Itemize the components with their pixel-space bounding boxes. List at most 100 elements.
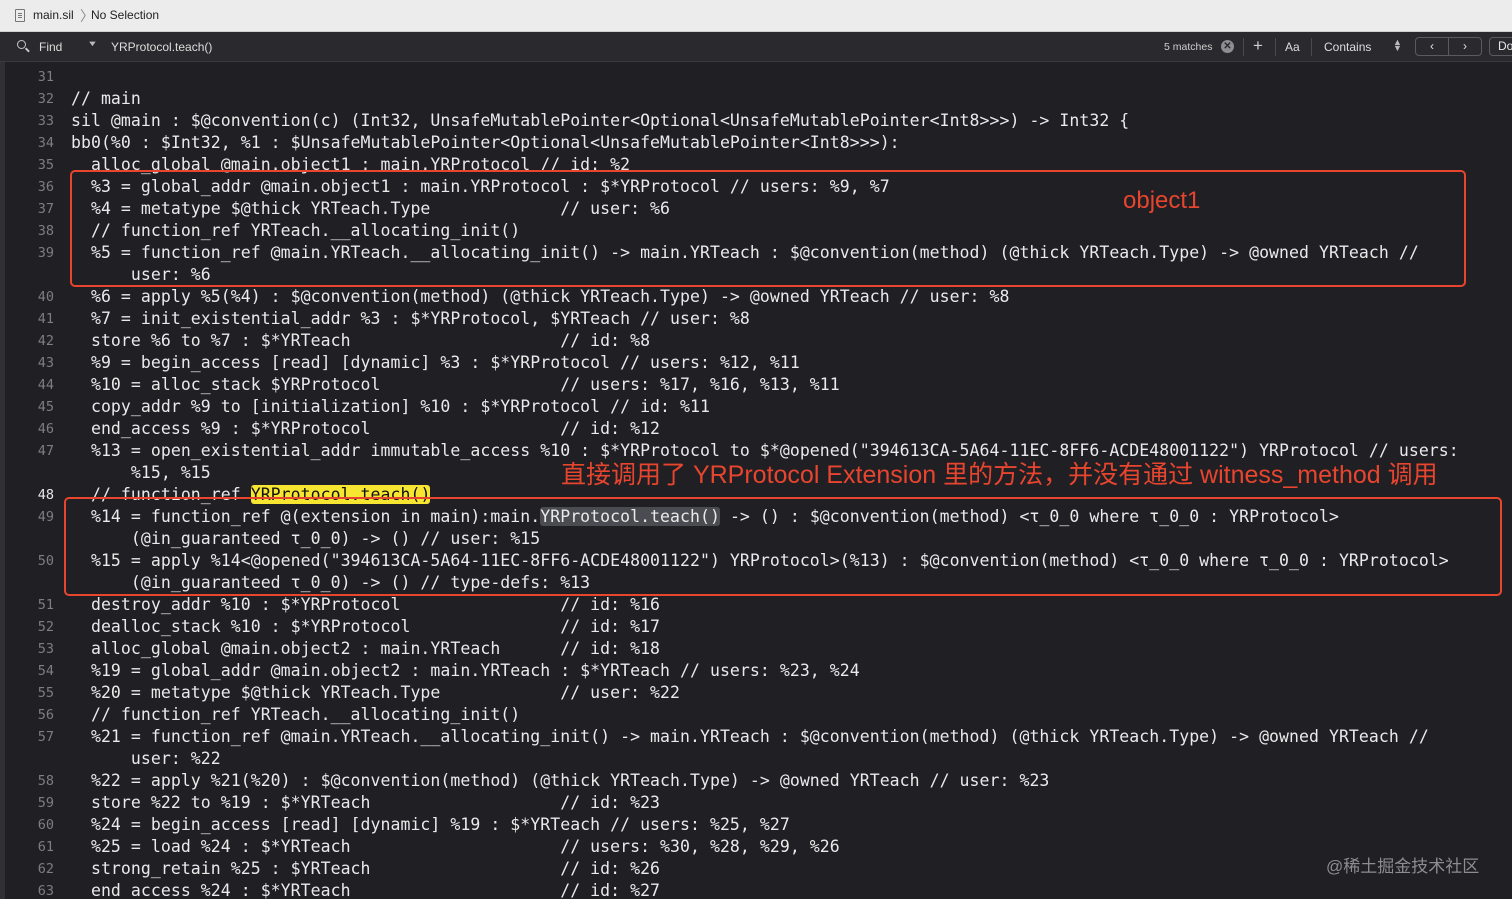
file-icon: [15, 9, 25, 22]
line-number: 32: [37, 91, 54, 107]
line-number: 35: [37, 157, 54, 173]
match-case-button[interactable]: Aa: [1285, 40, 1300, 54]
code-text: bb0(%0 : $Int32, %1 : $UnsafeMutablePoin…: [71, 133, 900, 152]
code-line[interactable]: 55 %20 = metatype $@thick YRTeach.Type /…: [0, 682, 1512, 704]
code-line[interactable]: 51 destroy_addr %10 : $*YRProtocol // id…: [0, 594, 1512, 616]
line-number: 48: [37, 487, 54, 503]
line-number: 33: [37, 113, 54, 129]
object1-highlight-box: [70, 170, 1466, 287]
find-bar: Find ▼ YRProtocol.teach() 5 matches ✕ + …: [0, 32, 1512, 62]
code-line[interactable]: 56 // function_ref YRTeach.__allocating_…: [0, 704, 1512, 726]
breadcrumb-file[interactable]: main.sil: [33, 8, 74, 22]
line-number: 41: [37, 311, 54, 327]
line-number: 34: [37, 135, 54, 151]
code-text: %25 = load %24 : $*YRTeach // users: %30…: [71, 837, 840, 856]
line-number: 58: [37, 773, 54, 789]
code-text: strong_retain %25 : $YRTeach // id: %26: [71, 859, 661, 878]
match-type-select[interactable]: Contains: [1324, 40, 1371, 54]
line-number: 50: [37, 553, 54, 569]
extension-call-highlight-box: [64, 497, 1502, 596]
line-number: 42: [37, 333, 54, 349]
code-text: %10 = alloc_stack $YRProtocol // users: …: [71, 375, 840, 394]
code-line[interactable]: 61 %25 = load %24 : $*YRTeach // users: …: [0, 836, 1512, 858]
line-number: 36: [37, 179, 54, 195]
code-line[interactable]: 45 copy_addr %9 to [initialization] %10 …: [0, 396, 1512, 418]
divider: [1275, 38, 1276, 56]
code-line[interactable]: 52 dealloc_stack %10 : $*YRProtocol // i…: [0, 616, 1512, 638]
next-match-button[interactable]: ›: [1448, 37, 1482, 56]
line-number: 31: [37, 69, 54, 85]
code-text: %7 = init_existential_addr %3 : $*YRProt…: [71, 309, 750, 328]
code-text: %15, %15: [71, 463, 211, 482]
clear-search-button[interactable]: ✕: [1221, 40, 1234, 53]
breadcrumb: main.sil 〉 No Selection: [0, 0, 1512, 32]
line-number: 56: [37, 707, 54, 723]
line-number: 39: [37, 245, 54, 261]
code-line[interactable]: 57 %21 = function_ref @main.YRTeach.__al…: [0, 726, 1512, 748]
line-number: 57: [37, 729, 54, 745]
line-number: 55: [37, 685, 54, 701]
code-text: %20 = metatype $@thick YRTeach.Type // u…: [71, 683, 681, 702]
code-text: sil @main : $@convention(c) (Int32, Unsa…: [71, 111, 1130, 130]
code-line[interactable]: 54 %19 = global_addr @main.object2 : mai…: [0, 660, 1512, 682]
code-text: %6 = apply %5(%4) : $@convention(method)…: [71, 287, 1010, 306]
code-text: end_access %24 : $*YRTeach // id: %27: [71, 881, 661, 899]
chevron-down-icon[interactable]: ▼: [87, 40, 98, 48]
code-text: store %22 to %19 : $*YRTeach // id: %23: [71, 793, 661, 812]
code-line[interactable]: 32 // main: [0, 88, 1512, 110]
line-number: 60: [37, 817, 54, 833]
line-number: 54: [37, 663, 54, 679]
match-count: 5 matches: [1164, 41, 1213, 53]
line-number: 53: [37, 641, 54, 657]
code-line[interactable]: 42 store %6 to %7 : $*YRTeach // id: %8: [0, 330, 1512, 352]
code-line[interactable]: 41 %7 = init_existential_addr %3 : $*YRP…: [0, 308, 1512, 330]
breadcrumb-selection[interactable]: No Selection: [91, 8, 159, 22]
done-button[interactable]: Done: [1489, 37, 1512, 56]
previous-match-button[interactable]: ‹: [1415, 37, 1449, 56]
find-mode-menu[interactable]: Find: [39, 40, 62, 54]
line-number: 40: [37, 289, 54, 305]
code-text: %19 = global_addr @main.object2 : main.Y…: [71, 661, 860, 680]
code-text: store %6 to %7 : $*YRTeach // id: %8: [71, 331, 651, 350]
code-text: // main: [71, 89, 141, 108]
code-line[interactable]: 62 strong_retain %25 : $YRTeach // id: %…: [0, 858, 1512, 880]
code-text: // function_ref YRTeach.__allocating_ini…: [71, 705, 521, 724]
code-line[interactable]: 43 %9 = begin_access [read] [dynamic] %3…: [0, 352, 1512, 374]
code-text: destroy_addr %10 : $*YRProtocol // id: %…: [71, 595, 661, 614]
code-line[interactable]: 46 end_access %9 : $*YRProtocol // id: %…: [0, 418, 1512, 440]
code-line[interactable]: 40 %6 = apply %5(%4) : $@convention(meth…: [0, 286, 1512, 308]
code-line[interactable]: 53 alloc_global @main.object2 : main.YRT…: [0, 638, 1512, 660]
code-line[interactable]: 44 %10 = alloc_stack $YRProtocol // user…: [0, 374, 1512, 396]
line-number: 46: [37, 421, 54, 437]
search-icon: [17, 40, 26, 49]
line-number: 61: [37, 839, 54, 855]
line-number: 51: [37, 597, 54, 613]
code-text: %21 = function_ref @main.YRTeach.__alloc…: [71, 727, 1429, 746]
object1-annotation: object1: [1123, 187, 1201, 214]
line-number: 62: [37, 861, 54, 877]
line-number: 44: [37, 377, 54, 393]
line-number: 38: [37, 223, 54, 239]
search-input[interactable]: YRProtocol.teach(): [111, 40, 212, 54]
code-line[interactable]: 60 %24 = begin_access [read] [dynamic] %…: [0, 814, 1512, 836]
line-number: 45: [37, 399, 54, 415]
line-number: 52: [37, 619, 54, 635]
code-line[interactable]: 58 %22 = apply %21(%20) : $@convention(m…: [0, 770, 1512, 792]
code-line[interactable]: user: %22: [0, 748, 1512, 770]
direct-call-annotation: 直接调用了 YRProtocol Extension 里的方法，并没有通过 wi…: [561, 461, 1438, 489]
code-line[interactable]: 33 sil @main : $@convention(c) (Int32, Un…: [0, 110, 1512, 132]
code-line[interactable]: 31: [0, 66, 1512, 88]
add-pattern-button[interactable]: +: [1253, 36, 1263, 56]
code-line[interactable]: 59 store %22 to %19 : $*YRTeach // id: %…: [0, 792, 1512, 814]
code-text: alloc_global @main.object2 : main.YRTeac…: [71, 639, 661, 658]
watermark: @稀土掘金技术社区: [1326, 857, 1480, 876]
line-number: 63: [37, 883, 54, 899]
divider: [1243, 38, 1244, 56]
code-line[interactable]: 34 bb0(%0 : $Int32, %1 : $UnsafeMutablePo…: [0, 132, 1512, 154]
line-number: 49: [37, 509, 54, 525]
code-text: %22 = apply %21(%20) : $@convention(meth…: [71, 771, 1050, 790]
code-text: %9 = begin_access [read] [dynamic] %3 : …: [71, 353, 800, 372]
updown-chevron-icon[interactable]: ▲ ▼: [1393, 38, 1402, 53]
code-text: copy_addr %9 to [initialization] %10 : $…: [71, 397, 710, 416]
code-line[interactable]: 63 end_access %24 : $*YRTeach // id: %27: [0, 880, 1512, 899]
